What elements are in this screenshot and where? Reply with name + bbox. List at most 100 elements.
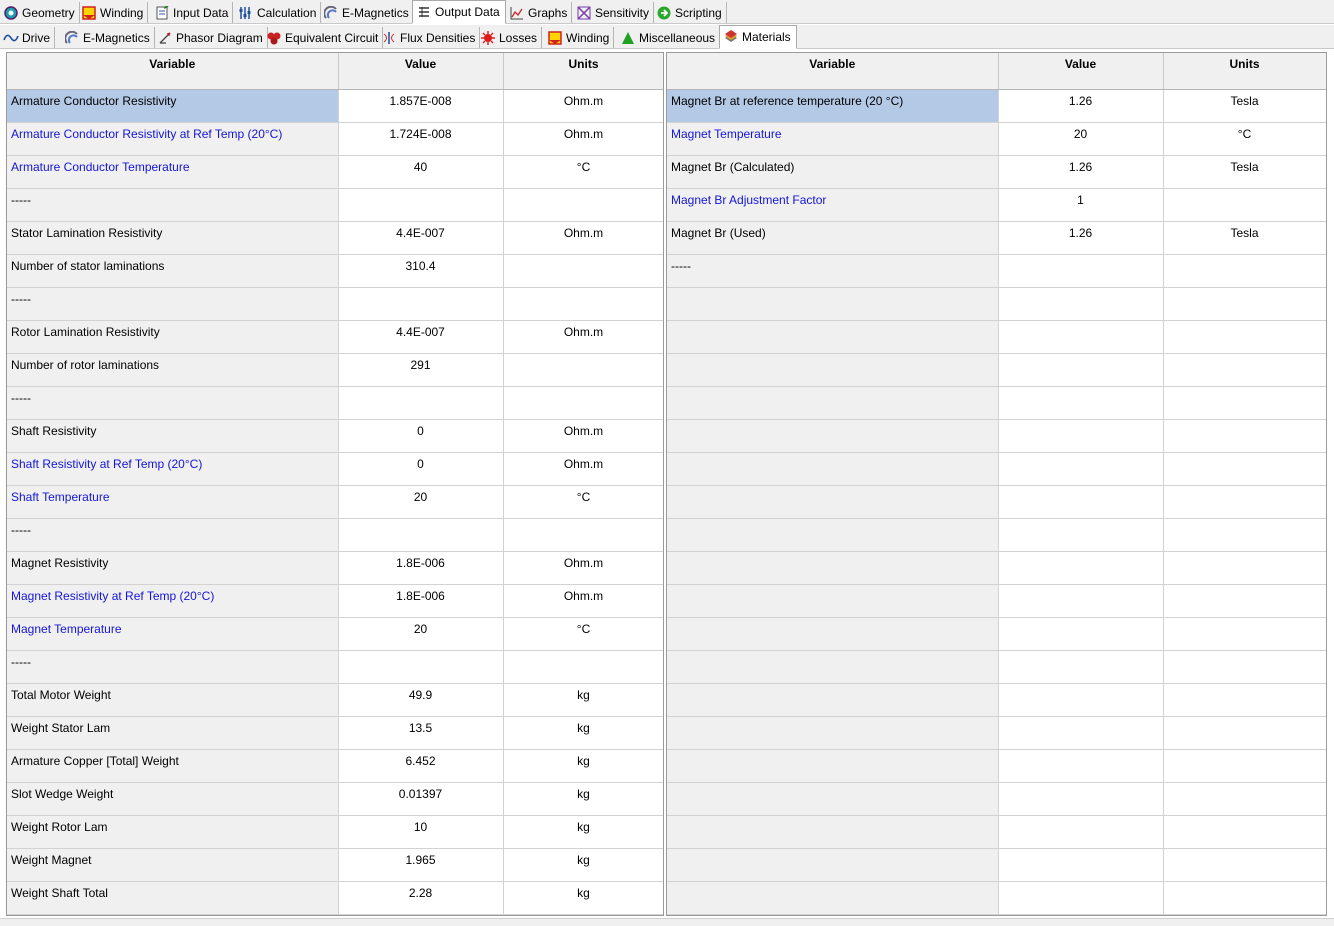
- table-row[interactable]: Number of stator laminations 310.4: [7, 254, 663, 288]
- table-row[interactable]: Armature Conductor Temperature 40 °C: [7, 155, 663, 189]
- variable-link-cell[interactable]: Armature Conductor Temperature: [7, 155, 339, 189]
- table-row[interactable]: [667, 716, 1326, 750]
- value-cell: 1.8E-006: [338, 551, 504, 585]
- table-row[interactable]: [667, 551, 1326, 585]
- table-row[interactable]: [667, 452, 1326, 486]
- tab-geometry[interactable]: Geometry: [0, 2, 80, 23]
- units-cell: [1163, 254, 1326, 288]
- column-header-value[interactable]: Value: [338, 53, 504, 90]
- variable-link-cell[interactable]: Magnet Resistivity at Ref Temp (20°C): [7, 584, 339, 618]
- value-cell: [338, 650, 504, 684]
- variable-link-cell[interactable]: Magnet Br Adjustment Factor: [667, 188, 999, 222]
- units-cell: [1163, 419, 1326, 453]
- units-cell: [1163, 353, 1326, 387]
- table-row[interactable]: -----: [7, 287, 663, 321]
- table-row[interactable]: [667, 419, 1326, 453]
- table-row[interactable]: Magnet Temperature 20 °C: [7, 617, 663, 651]
- table-row[interactable]: [667, 749, 1326, 783]
- table-row[interactable]: Shaft Resistivity 0 Ohm.m: [7, 419, 663, 453]
- tab-input-data[interactable]: Input Data: [151, 2, 234, 23]
- tab-winding[interactable]: Winding: [78, 2, 149, 23]
- tab-sensitivity[interactable]: Sensitivity: [573, 2, 655, 23]
- tab-output-data[interactable]: Output Data: [412, 0, 506, 24]
- units-cell: Ohm.m: [503, 551, 663, 585]
- subtab-phasor-diagram[interactable]: Phasor Diagram: [154, 27, 268, 48]
- subtab-materials[interactable]: Materials: [719, 25, 797, 49]
- table-row[interactable]: [667, 485, 1326, 519]
- column-header-units[interactable]: Units: [1163, 53, 1326, 90]
- table-row[interactable]: [667, 518, 1326, 552]
- table-row[interactable]: Number of rotor laminations 291: [7, 353, 663, 387]
- column-header-units[interactable]: Units: [503, 53, 663, 90]
- table-row[interactable]: [667, 617, 1326, 651]
- table-row[interactable]: Armature Conductor Resistivity at Ref Te…: [7, 122, 663, 156]
- winding-icon: [81, 5, 97, 21]
- subtab-drive[interactable]: Drive: [0, 27, 56, 48]
- tab-calculation[interactable]: Calculation: [235, 2, 322, 23]
- table-row[interactable]: Weight Magnet 1.965 kg: [7, 848, 663, 882]
- variable-cell: [667, 353, 999, 387]
- variable-link-cell[interactable]: Armature Conductor Resistivity at Ref Te…: [7, 122, 339, 156]
- table-row[interactable]: Shaft Temperature 20 °C: [7, 485, 663, 519]
- column-header-value[interactable]: Value: [998, 53, 1164, 90]
- subtab-flux-densities[interactable]: Flux Densities: [378, 27, 481, 48]
- subtab-equivalent-circuit[interactable]: Equivalent Circuit: [263, 27, 384, 48]
- value-cell: 4.4E-007: [338, 221, 504, 255]
- table-row[interactable]: Weight Shaft Total 2.28 kg: [7, 881, 663, 915]
- table-row[interactable]: [667, 782, 1326, 816]
- geometry-icon: [3, 5, 19, 21]
- column-header-variable[interactable]: Variable: [7, 53, 339, 90]
- table-row[interactable]: Total Motor Weight 49.9 kg: [7, 683, 663, 717]
- table-row[interactable]: Weight Rotor Lam 10 kg: [7, 815, 663, 849]
- table-row[interactable]: Magnet Resistivity at Ref Temp (20°C) 1.8…: [7, 584, 663, 618]
- table-row[interactable]: [667, 287, 1326, 321]
- value-cell: [998, 683, 1164, 717]
- table-row[interactable]: -----: [667, 254, 1326, 288]
- subtab-losses[interactable]: Losses: [477, 27, 543, 48]
- variable-link-cell[interactable]: Shaft Resistivity at Ref Temp (20°C): [7, 452, 339, 486]
- tab-scripting[interactable]: Scripting: [653, 2, 727, 23]
- table-row[interactable]: Slot Wedge Weight 0.01397 kg: [7, 782, 663, 816]
- table-row[interactable]: Rotor Lamination Resistivity 4.4E-007 Ohm.…: [7, 320, 663, 354]
- units-cell: [503, 386, 663, 420]
- table-row[interactable]: Armature Copper [Total] Weight 6.452 kg: [7, 749, 663, 783]
- table-row[interactable]: Magnet Br (Calculated) 1.26 Tesla: [667, 155, 1326, 189]
- table-row[interactable]: Stator Lamination Resistivity 4.4E-007 Ohm…: [7, 221, 663, 255]
- equivalent-circuit-icon: [266, 30, 282, 46]
- value-cell: 1.857E-008: [338, 89, 504, 123]
- table-row[interactable]: [667, 683, 1326, 717]
- variable-link-cell[interactable]: Magnet Temperature: [667, 122, 999, 156]
- table-row[interactable]: -----: [7, 386, 663, 420]
- variable-cell: Total Motor Weight: [7, 683, 339, 717]
- table-row[interactable]: [667, 650, 1326, 684]
- table-row[interactable]: Magnet Br Adjustment Factor 1: [667, 188, 1326, 222]
- table-row[interactable]: [667, 353, 1326, 387]
- subtab-winding[interactable]: Winding: [544, 27, 615, 48]
- table-row[interactable]: Shaft Resistivity at Ref Temp (20°C) 0 Ohm…: [7, 452, 663, 486]
- table-row[interactable]: [667, 881, 1326, 915]
- table-row[interactable]: [667, 584, 1326, 618]
- tab-label: Winding: [566, 30, 610, 45]
- table-row[interactable]: [667, 386, 1326, 420]
- table-row[interactable]: Weight Stator Lam 13.5 kg: [7, 716, 663, 750]
- subtab-e-magnetics[interactable]: E-Magnetics: [61, 27, 155, 48]
- subtab-miscellaneous[interactable]: Miscellaneous: [617, 27, 721, 48]
- table-row[interactable]: Armature Conductor Resistivity 1.857E-008…: [7, 89, 663, 123]
- table-row[interactable]: Magnet Br (Used) 1.26 Tesla: [667, 221, 1326, 255]
- table-row[interactable]: -----: [7, 518, 663, 552]
- variable-link-cell[interactable]: Magnet Temperature: [7, 617, 339, 651]
- tab-graphs[interactable]: Graphs: [506, 2, 573, 23]
- value-cell: 2.28: [338, 881, 504, 915]
- value-cell: 40: [338, 155, 504, 189]
- table-row[interactable]: -----: [7, 650, 663, 684]
- table-row[interactable]: [667, 848, 1326, 882]
- table-row[interactable]: [667, 815, 1326, 849]
- table-row[interactable]: Magnet Br at reference temperature (20 °…: [667, 89, 1326, 123]
- table-row[interactable]: [667, 320, 1326, 354]
- column-header-variable[interactable]: Variable: [667, 53, 999, 90]
- tab-e-magnetics[interactable]: E-Magnetics: [320, 2, 414, 23]
- table-row[interactable]: -----: [7, 188, 663, 222]
- table-row[interactable]: Magnet Temperature 20 °C: [667, 122, 1326, 156]
- table-row[interactable]: Magnet Resistivity 1.8E-006 Ohm.m: [7, 551, 663, 585]
- variable-link-cell[interactable]: Shaft Temperature: [7, 485, 339, 519]
